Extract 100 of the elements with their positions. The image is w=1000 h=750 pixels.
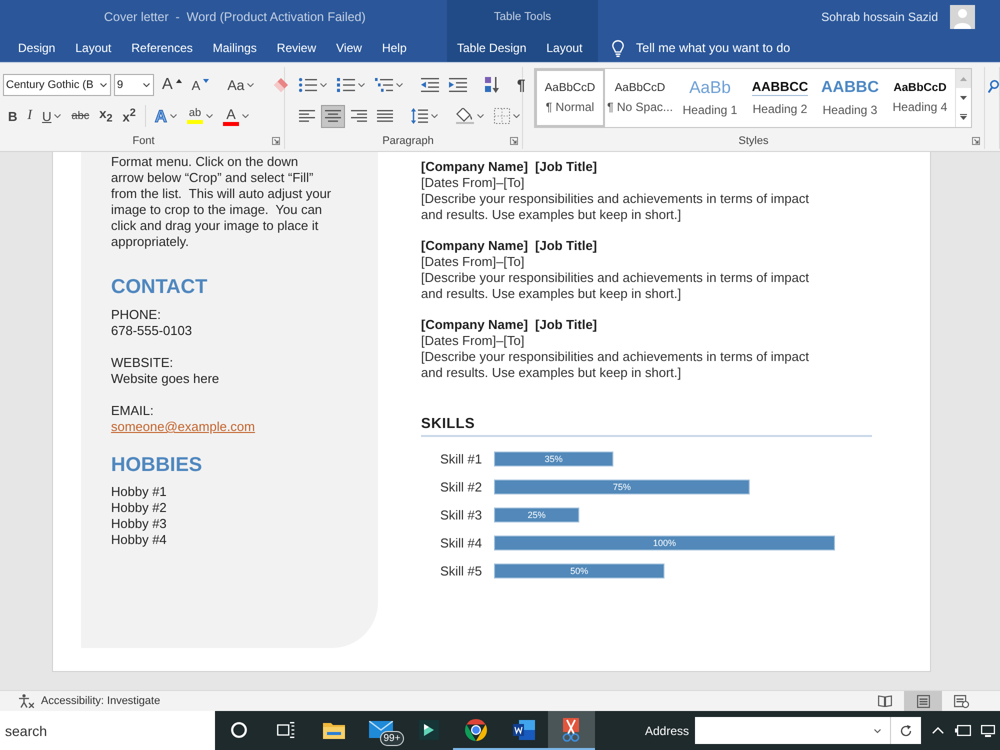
italic-button[interactable]: I [23, 104, 36, 128]
hobby-item: Hobby #4 [111, 532, 167, 548]
ribbon-tab[interactable]: Mailings [202, 34, 267, 62]
ribbon-tab[interactable]: Layout [536, 34, 592, 62]
notification-badge: 99+ [380, 731, 404, 746]
caret-icon [431, 114, 438, 118]
skill-label: Skill #4 [440, 536, 482, 550]
web-layout-icon [954, 694, 968, 708]
tell-me-button[interactable]: Tell me what you want to do [608, 34, 794, 62]
ribbon-tab[interactable]: Review [266, 34, 326, 62]
contact-value: Website goes here [111, 371, 220, 387]
caret-icon [396, 83, 403, 87]
bar-value-label: 50% [570, 566, 588, 576]
strikethrough-button[interactable]: abc [67, 104, 94, 128]
skill-label: Skill #2 [440, 480, 482, 494]
line-spacing-icon [411, 108, 428, 124]
job-description: [Describe your responsibilities and achievements in terms of impact and results. Use examples but keep in short.] [421, 191, 810, 223]
style-option[interactable]: AaBbCcD ¶ Normal [535, 69, 605, 127]
caret-icon [320, 83, 327, 87]
dialog-launcher-icon[interactable] [272, 137, 280, 145]
ribbon-tab[interactable]: Help [372, 34, 417, 62]
triangle-up-icon [176, 78, 182, 82]
caret-icon [206, 114, 214, 118]
user-name: Sohrab hossain Sazid [821, 10, 938, 24]
decrease-indent-icon [421, 78, 439, 92]
group-label: Styles [738, 135, 768, 147]
sort-icon [485, 77, 499, 93]
taskbar-app-button[interactable] [548, 711, 595, 750]
ribbon-tab[interactable]: View [326, 34, 372, 62]
ribbon-tab[interactable]: References [121, 34, 203, 62]
align-center-button[interactable] [321, 104, 345, 128]
contact-label: WEBSITE: [111, 355, 174, 371]
ribbon-tab[interactable]: Table Design [447, 34, 536, 62]
email-link[interactable]: someone@example.com [111, 419, 255, 435]
font-name-field[interactable]: Century Gothic (B [3, 74, 111, 96]
hobby-item: Hobby #2 [111, 500, 167, 516]
bold-button[interactable]: B [4, 104, 22, 128]
job-dates: [Dates From]–[To] [421, 175, 524, 191]
ribbon-tab[interactable]: Design [8, 34, 66, 62]
window-title: Cover letter - Word (Product Activation Failed) [104, 10, 366, 24]
subscript-button[interactable]: x$_{2}$ [95, 104, 116, 128]
shrink-font-button[interactable]: A [188, 74, 214, 96]
scroll-down-icon [960, 96, 967, 100]
browser-icon [465, 718, 488, 740]
caret-icon [358, 83, 365, 87]
eraser-icon [272, 77, 288, 93]
caret-icon [513, 114, 520, 118]
ribbon-tab[interactable]: Layout [65, 34, 122, 62]
font-size-field[interactable]: 9 [114, 74, 154, 96]
page-icon [916, 694, 930, 708]
paint-bucket-icon [456, 108, 474, 124]
scissors-icon [561, 718, 582, 742]
lightbulb-icon [612, 40, 624, 56]
dialog-launcher-icon[interactable] [972, 137, 980, 145]
highlight-button[interactable]: ab [183, 104, 218, 128]
refresh-button[interactable] [891, 717, 921, 744]
underline-button[interactable]: U [38, 104, 66, 128]
numbered-list-icon [337, 78, 355, 92]
group-label: Paragraph [382, 135, 434, 147]
caret-icon [247, 83, 254, 87]
folder-icon [322, 720, 345, 738]
hobby-item: Hobby #1 [111, 484, 167, 500]
grow-font-button[interactable]: A [158, 74, 186, 96]
accessibility-status[interactable]: Accessibility: Investigate [41, 695, 160, 707]
scroll-up-icon [960, 76, 967, 81]
search-icon [988, 80, 999, 94]
caret-icon [242, 114, 250, 118]
font-color-button[interactable]: A [219, 104, 254, 128]
book-icon [878, 695, 892, 707]
skill-label: Skill #5 [440, 564, 482, 578]
search-field[interactable]: search [0, 711, 215, 750]
superscript-button[interactable]: x$^{2}$ [118, 104, 140, 128]
section-heading: CONTACT [111, 275, 208, 299]
group-label: Font [132, 135, 154, 147]
bar-value-label: 25% [528, 510, 546, 520]
contact-label: PHONE: [111, 307, 161, 323]
caret-icon [477, 114, 484, 118]
job-description: [Describe your responsibilities and achievements in terms of impact and results. Use examples but keep in short.] [421, 349, 810, 381]
battery-icon [954, 725, 970, 736]
section-heading: SKILLS [421, 415, 475, 433]
contact-label: EMAIL: [111, 403, 154, 419]
job-description: [Describe your responsibilities and achievements in terms of impact and results. Use examples but keep in short.] [421, 270, 810, 302]
address-field[interactable] [695, 717, 891, 744]
show-formatting-button[interactable]: ¶ [513, 74, 530, 96]
job-heading: [Company Name] [Job Title] [421, 159, 598, 175]
align-center-icon [325, 110, 341, 122]
caret-icon [143, 83, 150, 87]
dialog-launcher-icon[interactable] [510, 137, 518, 145]
job-dates: [Dates From]–[To] [421, 333, 524, 349]
view-mode-button[interactable] [904, 691, 942, 711]
skill-label: Skill #3 [440, 508, 482, 522]
section-heading: HOBBIES [111, 453, 202, 477]
change-case-button[interactable]: Aa [223, 74, 258, 96]
app-tile-icon [418, 720, 439, 740]
bar-value-label: 35% [544, 454, 563, 464]
borders-icon [494, 108, 510, 124]
increase-indent-icon [449, 78, 467, 92]
contact-value: 678-555-0103 [111, 323, 192, 339]
taskbar-app-button[interactable]: 99+ [358, 711, 405, 750]
skill-label: Skill #1 [440, 452, 482, 466]
